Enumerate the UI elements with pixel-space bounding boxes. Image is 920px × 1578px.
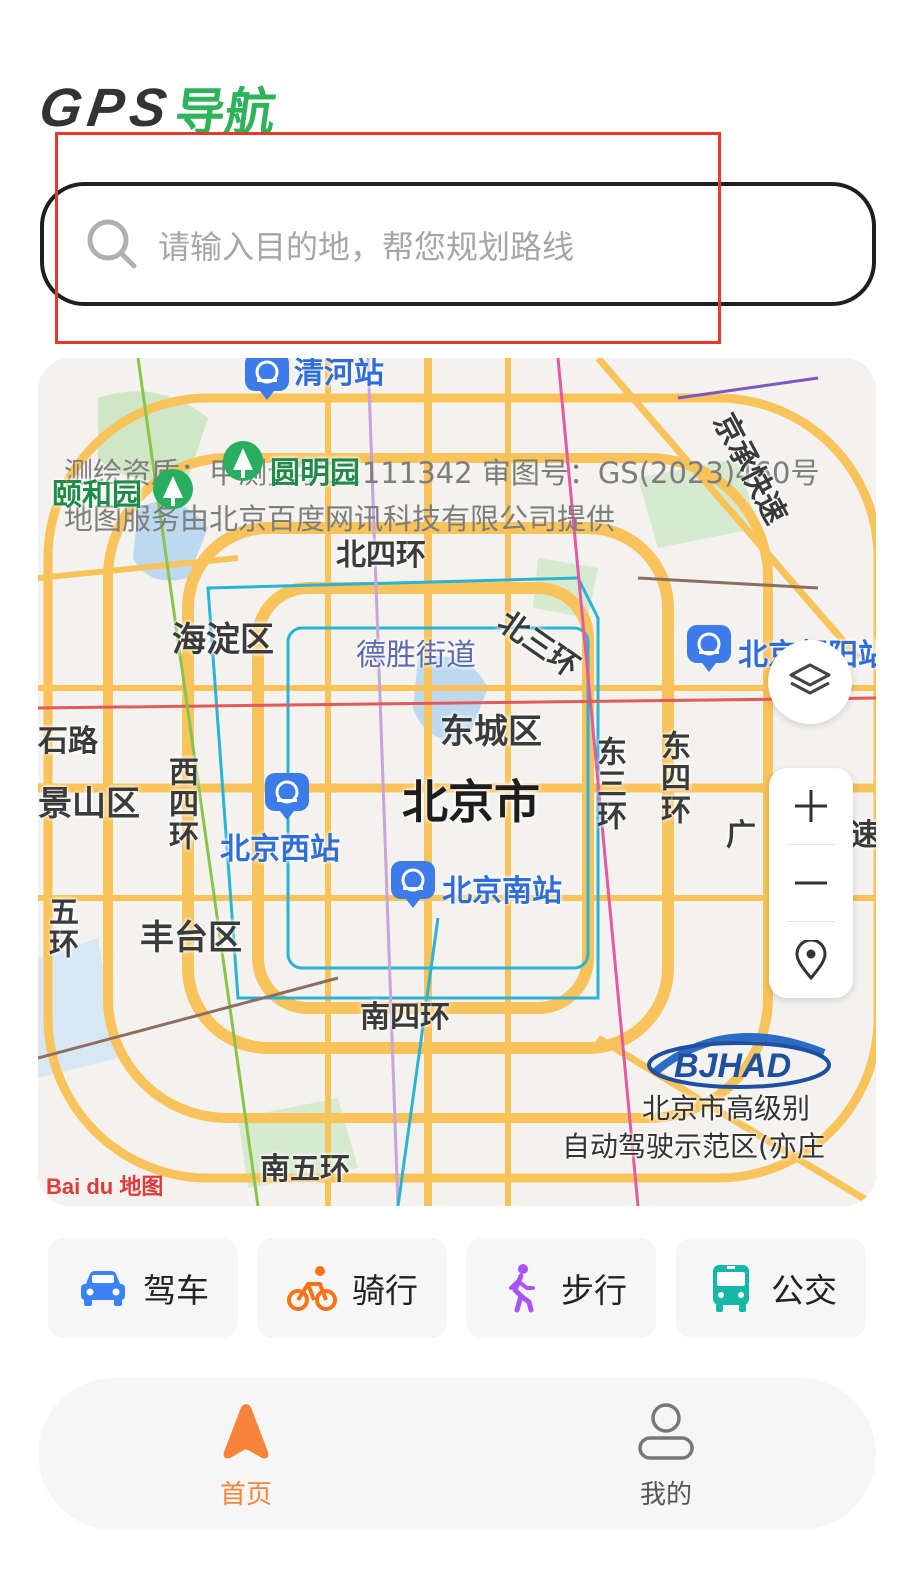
- label-dong-si-huan: 东四环: [655, 730, 690, 826]
- mode-bike-button[interactable]: 骑行: [257, 1238, 447, 1338]
- location-pin-icon: [795, 940, 827, 980]
- label-wu-huan-west: 五环: [43, 896, 78, 960]
- label-fengtai: 丰台区: [140, 918, 242, 958]
- zoom-in-button[interactable]: [769, 768, 853, 844]
- label-beijing-west: 北京西站: [220, 832, 340, 867]
- tab-mine-label: 我的: [639, 1480, 692, 1510]
- tab-mine[interactable]: 我的: [516, 1378, 816, 1530]
- zoom-out-button[interactable]: [769, 845, 853, 921]
- car-icon: [81, 1271, 125, 1306]
- label-guang: 广: [726, 818, 756, 853]
- label-desheng: 德胜街道: [356, 638, 476, 673]
- label-shilu: 石路: [38, 724, 98, 759]
- label-bei-si-huan: 北四环: [336, 538, 426, 573]
- tab-home[interactable]: 首页: [96, 1378, 396, 1530]
- user-icon: [638, 1403, 694, 1460]
- logo-cn: 导航: [171, 83, 280, 141]
- bottom-tab-bar: 首页 我的: [38, 1378, 876, 1530]
- mode-bus-label: 公交: [771, 1271, 837, 1310]
- baidu-logo-text: Bai du 地图: [46, 1174, 163, 1199]
- station-qinghe-icon: [245, 358, 289, 400]
- label-yiheyuan: 颐和园: [52, 478, 142, 513]
- travel-mode-bar: 驾车 骑行 步行 公交: [48, 1238, 866, 1338]
- station-beijing-south-icon: [391, 861, 435, 908]
- baidu-map-logo: Bai du 地图: [46, 1174, 163, 1199]
- bjhad-logo-text: BJHAD: [674, 1047, 791, 1085]
- navigation-arrow-icon: [223, 1404, 269, 1459]
- mode-drive-label: 驾车: [143, 1271, 209, 1310]
- mode-walk-label: 步行: [561, 1271, 627, 1310]
- label-shijingshan: 景山区: [38, 784, 140, 824]
- bjhad-caption-line1: 北京市高级别: [642, 1092, 811, 1125]
- walk-icon: [509, 1264, 535, 1313]
- mode-bike-label: 骑行: [352, 1271, 418, 1310]
- park-yiheyuan-icon: [153, 469, 193, 509]
- minus-icon: [795, 881, 827, 885]
- tab-home-label: 首页: [219, 1480, 272, 1510]
- label-beijing-city: 北京市: [402, 775, 540, 829]
- label-nan-wu-huan: 南五环: [260, 1152, 350, 1187]
- label-nan-si-huan: 南四环: [360, 1000, 450, 1035]
- park-yuanmingyuan-icon: [223, 441, 263, 481]
- bjhad-caption-line2: 自动驾驶示范区(亦庄: [562, 1130, 825, 1163]
- search-icon: [87, 219, 137, 269]
- locate-button[interactable]: [769, 922, 853, 998]
- label-yuanmingyuan: 圆明园: [270, 456, 360, 491]
- plus-icon: [795, 790, 827, 822]
- label-qinghe-station: 清河站: [294, 358, 384, 391]
- map-zoom-control: [769, 768, 853, 998]
- label-dongcheng: 东城区: [440, 712, 542, 752]
- station-beijing-west-icon: [265, 773, 309, 820]
- search-input[interactable]: [156, 216, 840, 278]
- bjhad-caption: 北京市高级别 自动驾驶示范区(亦庄: [562, 1090, 825, 1166]
- label-su: 速: [850, 818, 876, 853]
- search-bar[interactable]: [40, 182, 876, 306]
- mode-walk-button[interactable]: 步行: [466, 1238, 656, 1338]
- logo-latin: GPS: [35, 78, 177, 138]
- station-chaoyang-icon: [687, 625, 731, 672]
- bjhad-logo: BJHAD: [647, 1033, 831, 1089]
- bike-icon: [287, 1266, 337, 1311]
- map-view[interactable]: 测绘资质：甲测资字11111342 审图号：GS(2023)460号 地图服务由…: [38, 358, 876, 1206]
- mode-bus-button[interactable]: 公交: [676, 1238, 866, 1338]
- label-dong-san-huan: 东三环: [591, 736, 626, 832]
- layers-icon: [789, 663, 831, 695]
- app-logo: GPS 导航: [36, 78, 280, 141]
- label-haidian: 海淀区: [172, 620, 274, 660]
- map-layers-button[interactable]: [768, 640, 852, 724]
- label-beijing-south: 北京南站: [442, 874, 562, 909]
- mode-drive-button[interactable]: 驾车: [48, 1238, 238, 1338]
- label-xi-si-huan: 西四环: [163, 756, 198, 852]
- bus-icon: [713, 1265, 749, 1312]
